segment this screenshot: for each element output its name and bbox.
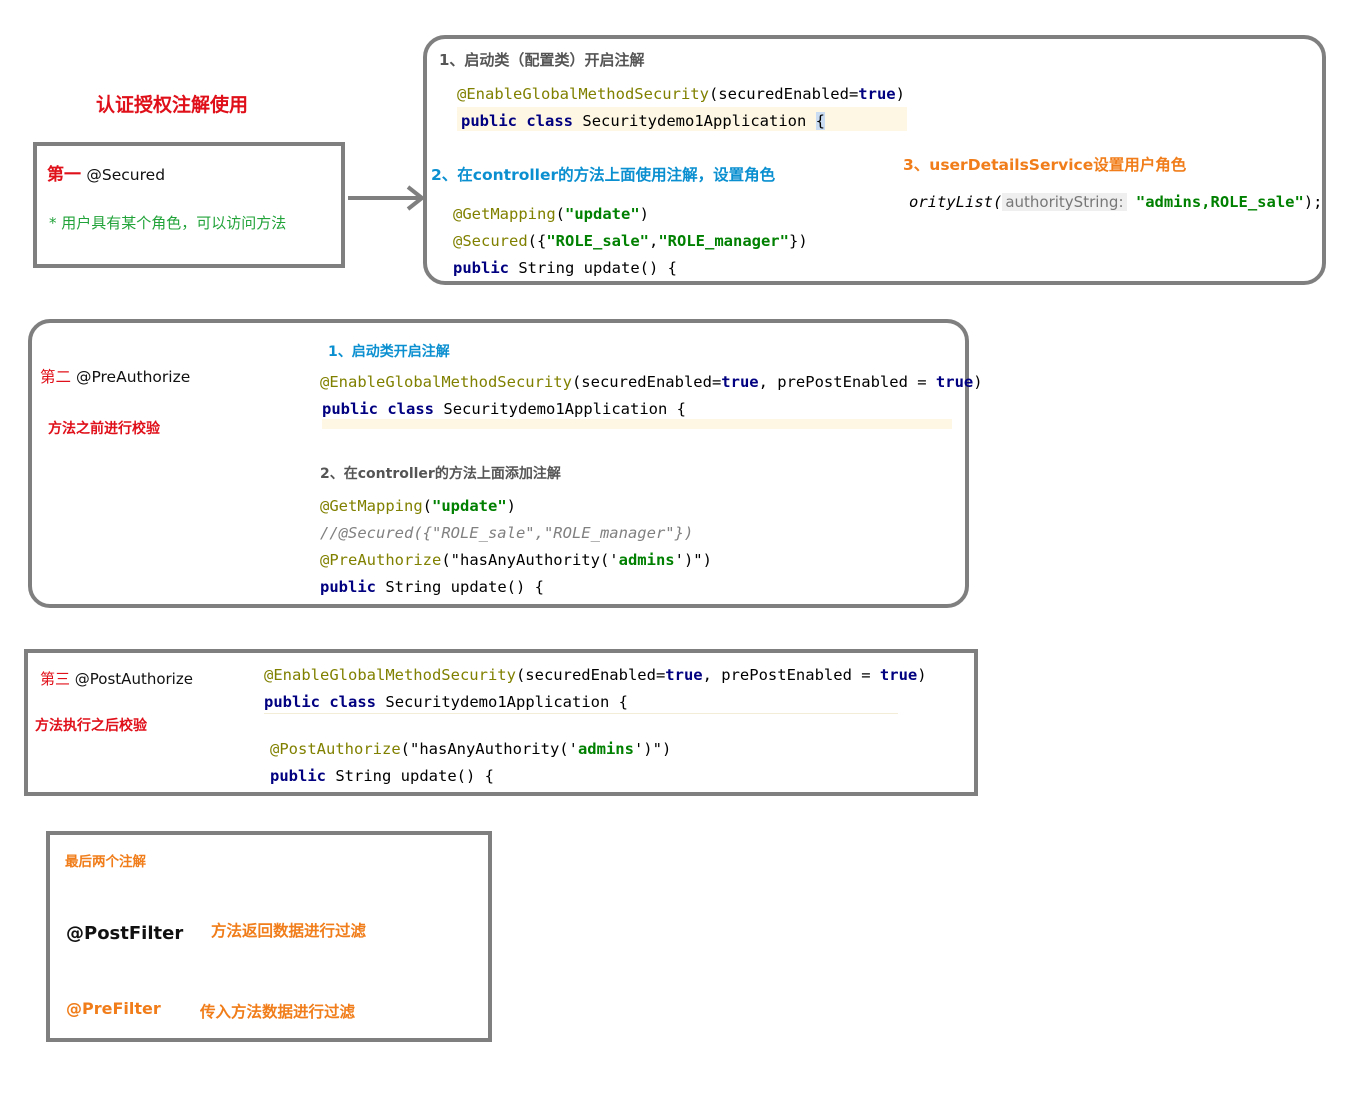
secured-controller-line1: @GetMapping("update") (453, 205, 649, 223)
postfilter-name: @PostFilter (66, 923, 184, 944)
postauthorize-heading: 第三 @PostAuthorize (40, 668, 193, 689)
postauthorize-controller-line2: public String update() { (270, 767, 494, 785)
preauthorize-config-line1: @EnableGlobalMethodSecurity(securedEnabl… (320, 373, 983, 391)
postauthorize-panel: 第三 @PostAuthorize 方法执行之后校验 @EnableGlobal… (24, 649, 978, 796)
secured-config-line2: public class Securitydemo1Application { (461, 112, 826, 130)
secured-config-line1: @EnableGlobalMethodSecurity(securedEnabl… (457, 85, 905, 103)
preauthorize-step2: 2、在controller的方法上面添加注解 (320, 466, 561, 482)
secured-card: 第一 @Secured * 用户具有某个角色，可以访问方法 (33, 142, 345, 268)
secured-role-line: orityList(authorityString: "admins,ROLE_… (909, 193, 1323, 211)
preauthorize-heading-name: @PreAuthorize (75, 368, 191, 386)
secured-step2: 2、在controller的方法上面使用注解，设置角色 (431, 166, 776, 184)
postauthorize-controller-line1: @PostAuthorize("hasAnyAuthority('admins'… (270, 740, 672, 758)
preauthorize-controller-line1: @GetMapping("update") (320, 497, 516, 515)
preauthorize-controller-comment: //@Secured({"ROLE_sale","ROLE_manager"}) (320, 524, 694, 542)
secured-heading-prefix: 第一 (47, 165, 81, 185)
secured-heading-name: @Secured (86, 166, 166, 184)
secured-controller-line2: @Secured({"ROLE_sale","ROLE_manager"}) (453, 232, 808, 250)
postauthorize-config-line1: @EnableGlobalMethodSecurity(securedEnabl… (264, 666, 927, 684)
preauthorize-controller-line3: @PreAuthorize("hasAnyAuthority('admins')… (320, 551, 712, 569)
preauthorize-panel: 第二 @PreAuthorize 方法之前进行校验 1、启动类开启注解 @Ena… (28, 319, 983, 608)
preauthorize-heading: 第二 @PreAuthorize (40, 365, 190, 387)
postauthorize-config-line2: public class Securitydemo1Application { (264, 693, 629, 711)
preauthorize-controller-line4: public String update() { (320, 578, 544, 596)
preauthorize-heading-prefix: 第二 (40, 368, 72, 386)
postauthorize-description: 方法执行之后校验 (35, 718, 147, 734)
preauthorize-description: 方法之前进行校验 (48, 421, 160, 437)
preauthorize-step1: 1、启动类开启注解 (328, 344, 450, 360)
line-separator (264, 713, 898, 714)
prefilter-name: @PreFilter (66, 999, 161, 1018)
secured-step3: 3、userDetailsService设置用户角色 (903, 156, 1187, 174)
connector-arrow-icon (348, 185, 426, 211)
filters-title: 最后两个注解 (65, 854, 146, 870)
preauthorize-config-line2: public class Securitydemo1Application { (322, 400, 687, 418)
secured-controller-line3: public String update() { (453, 259, 677, 277)
secured-description: * 用户具有某个角色，可以访问方法 (49, 214, 287, 232)
postauthorize-heading-name: @PostAuthorize (74, 670, 193, 688)
postfilter-description: 方法返回数据进行过滤 (211, 922, 367, 940)
postauthorize-heading-prefix: 第三 (40, 670, 71, 688)
caret-line-highlight (322, 419, 952, 429)
secured-detail-panel: 1、启动类（配置类）开启注解 @EnableGlobalMethodSecuri… (423, 35, 1326, 285)
secured-heading: 第一 @Secured (47, 160, 165, 185)
page-title: 认证授权注解使用 (96, 94, 249, 116)
secured-step1: 1、启动类（配置类）开启注解 (439, 51, 645, 69)
prefilter-description: 传入方法数据进行过滤 (200, 1003, 356, 1021)
filters-card: 最后两个注解 @PostFilter 方法返回数据进行过滤 @PreFilter… (46, 831, 492, 1042)
